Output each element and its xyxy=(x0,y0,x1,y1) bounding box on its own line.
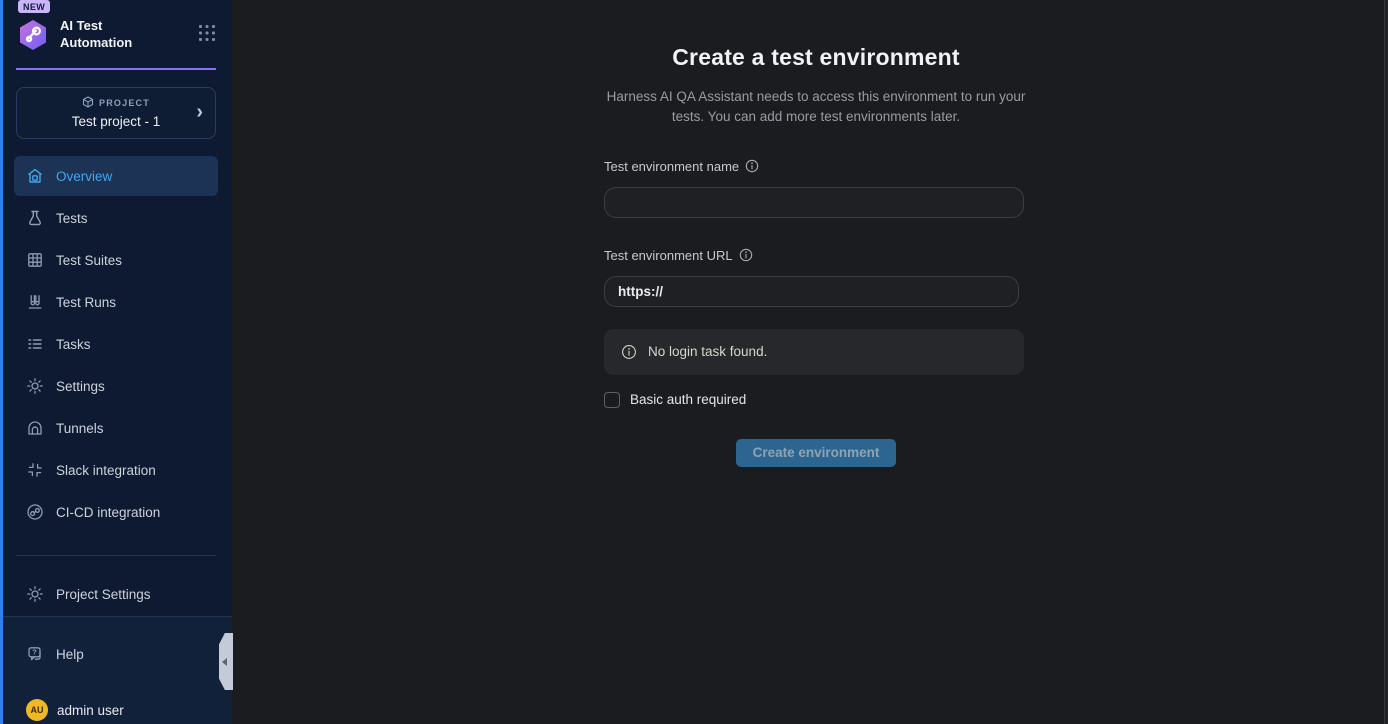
sidebar-item-label: Tasks xyxy=(56,337,91,352)
project-cube-icon xyxy=(82,96,94,110)
brand-divider xyxy=(16,68,216,70)
sidebar-item-label: Test Suites xyxy=(56,253,122,268)
sidebar-item-label: CI-CD integration xyxy=(56,505,160,520)
project-eyebrow-label: PROJECT xyxy=(99,98,150,108)
project-selector[interactable]: PROJECT Test project - 1 › xyxy=(16,87,216,139)
apps-grid-icon[interactable] xyxy=(198,24,216,47)
grid-icon xyxy=(26,251,44,269)
sidebar-item-label: Project Settings xyxy=(56,587,151,602)
create-environment-button[interactable]: Create environment xyxy=(736,439,897,467)
info-icon xyxy=(621,344,637,360)
sidebar-item-label: Overview xyxy=(56,169,112,184)
sidebar-item-cicd-integration[interactable]: CI-CD integration xyxy=(14,492,218,532)
sidebar-item-label: Tests xyxy=(56,211,88,226)
project-name: Test project - 1 xyxy=(27,114,205,129)
sidebar-item-test-runs[interactable]: Test Runs xyxy=(14,282,218,322)
url-field-label: Test environment URL xyxy=(604,248,733,263)
page-subtitle: Harness AI QA Assistant needs to access … xyxy=(604,87,1028,128)
svg-text:?: ? xyxy=(32,648,37,657)
app-logo-icon xyxy=(16,18,50,52)
sidebar-footer: ? Help AU admin user xyxy=(0,616,232,724)
test-tubes-icon xyxy=(26,293,44,311)
sidebar-collapse-handle[interactable] xyxy=(219,633,233,690)
user-menu[interactable]: AU admin user xyxy=(14,690,218,724)
window-edge-highlight xyxy=(0,0,3,724)
collapse-arrow-icon xyxy=(222,658,227,666)
task-list-icon xyxy=(26,335,44,353)
new-badge: NEW xyxy=(18,0,50,13)
sidebar-item-slack-integration[interactable]: Slack integration xyxy=(14,450,218,490)
tunnel-icon xyxy=(26,419,44,437)
sidebar-item-label: Help xyxy=(56,647,84,662)
chevron-right-icon: › xyxy=(196,102,203,122)
sidebar-item-project-settings[interactable]: Project Settings xyxy=(14,574,218,614)
name-field-label: Test environment name xyxy=(604,159,739,174)
main-content: Create a test environment Harness AI QA … xyxy=(232,0,1388,724)
sidebar-item-label: Tunnels xyxy=(56,421,104,436)
sidebar-item-label: Settings xyxy=(56,379,105,394)
app-title: AI Test Automation xyxy=(60,18,150,52)
user-name: admin user xyxy=(57,703,124,718)
info-icon[interactable] xyxy=(745,159,759,173)
sidebar-item-help[interactable]: ? Help xyxy=(14,634,218,674)
gear-icon xyxy=(26,377,44,395)
sidebar-item-label: Slack integration xyxy=(56,463,156,478)
environment-url-input[interactable] xyxy=(604,276,1019,307)
login-task-notice: No login task found. xyxy=(604,329,1024,375)
notice-text: No login task found. xyxy=(648,344,767,359)
flask-icon xyxy=(26,209,44,227)
scrollbar-track[interactable] xyxy=(1384,0,1388,724)
sidebar-item-settings[interactable]: Settings xyxy=(14,366,218,406)
nav-divider xyxy=(16,555,216,556)
gear-icon xyxy=(26,585,44,603)
sidebar-item-tasks[interactable]: Tasks xyxy=(14,324,218,364)
cicd-link-icon xyxy=(26,503,44,521)
sidebar-item-tests[interactable]: Tests xyxy=(14,198,218,238)
sidebar-nav: Overview Tests Test Suites xyxy=(0,156,232,534)
help-chat-icon: ? xyxy=(26,645,44,663)
basic-auth-label: Basic auth required xyxy=(630,392,746,407)
slack-icon xyxy=(26,461,44,479)
sidebar-item-overview[interactable]: Overview xyxy=(14,156,218,196)
home-icon xyxy=(26,167,44,185)
info-icon[interactable] xyxy=(739,248,753,262)
sidebar: NEW AI xyxy=(0,0,232,724)
basic-auth-checkbox[interactable] xyxy=(604,392,620,408)
page-title: Create a test environment xyxy=(604,44,1028,71)
avatar: AU xyxy=(26,699,48,721)
environment-name-input[interactable] xyxy=(604,187,1024,218)
sidebar-item-label: Test Runs xyxy=(56,295,116,310)
sidebar-item-test-suites[interactable]: Test Suites xyxy=(14,240,218,280)
sidebar-header: NEW AI xyxy=(0,0,232,60)
sidebar-item-tunnels[interactable]: Tunnels xyxy=(14,408,218,448)
